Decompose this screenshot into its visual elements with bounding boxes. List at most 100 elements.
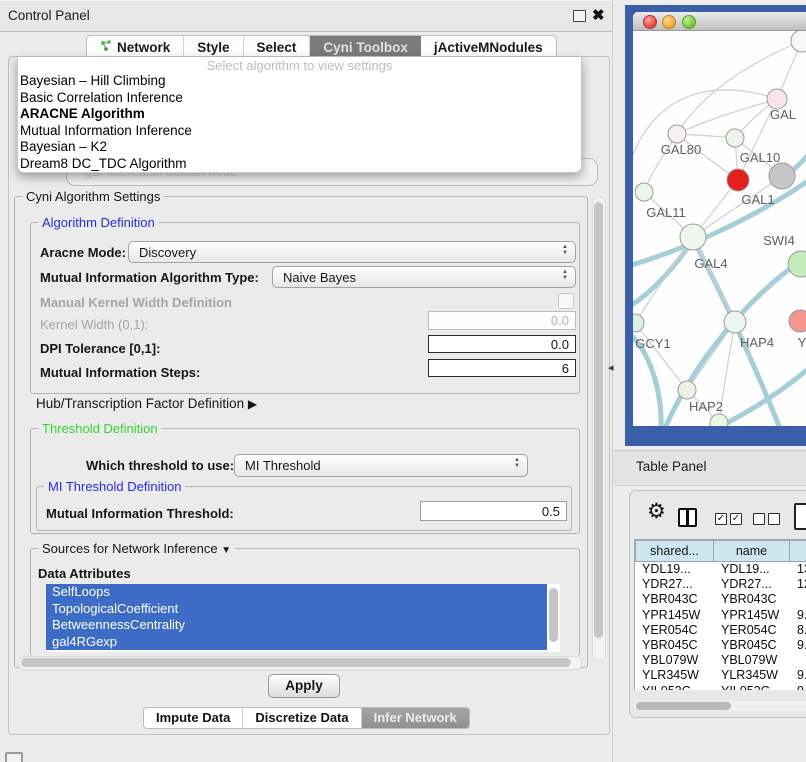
table-cell[interactable]: YLR345W	[714, 668, 790, 683]
algorithm-option[interactable]: ARACNE Algorithm	[18, 106, 581, 123]
network-node[interactable]	[769, 163, 795, 189]
apply-button[interactable]: Apply	[268, 674, 340, 698]
table-cell[interactable]: YIL052C	[635, 684, 714, 691]
table-cell[interactable]: YBL079W	[635, 653, 714, 668]
tab-network[interactable]: Network	[87, 36, 184, 58]
settings-vertical-scrollbar[interactable]	[592, 197, 606, 661]
dpi-tolerance-field[interactable]: 0.0	[428, 335, 576, 353]
table-cell[interactable]: 13	[790, 562, 806, 577]
columns-icon[interactable]	[678, 508, 697, 527]
table-row[interactable]: YLR345WYLR345W9.	[635, 668, 806, 683]
manual-kernel-checkbox[interactable]	[558, 293, 574, 309]
table-cell[interactable]: YDR27...	[714, 577, 790, 592]
network-edge[interactable]	[693, 237, 735, 322]
aracne-mode-select[interactable]: Discovery ▲▼	[128, 241, 576, 263]
mi-type-select[interactable]: Naive Bayes ▲▼	[272, 266, 576, 288]
network-node[interactable]	[635, 183, 653, 201]
network-edge[interactable]	[677, 99, 777, 134]
network-node[interactable]	[633, 314, 644, 332]
close-icon[interactable]: ✖	[592, 10, 604, 22]
node-table[interactable]: shared... name YDL19...YDL19...13YDR27..…	[634, 539, 806, 690]
tab-infer-network[interactable]: Infer Network	[362, 708, 469, 728]
table-row[interactable]: YDL19...YDL19...13	[635, 562, 806, 577]
network-edge[interactable]	[663, 261, 801, 426]
deselect-all-icon[interactable]	[753, 513, 780, 525]
table-cell[interactable]: YBR043C	[714, 592, 790, 607]
table-cell[interactable]: 9.	[790, 638, 806, 653]
kernel-width-field[interactable]: 0.0	[428, 311, 576, 330]
table-cell[interactable]: YBR045C	[635, 638, 714, 653]
zoom-window-icon[interactable]	[682, 15, 696, 29]
close-window-icon[interactable]	[643, 15, 657, 29]
select-all-icon[interactable]: ✓✓	[715, 513, 742, 525]
data-attribute-item[interactable]: gal4RGexp	[46, 634, 547, 651]
algorithm-option[interactable]: Bayesian – K2	[18, 139, 581, 156]
table-row[interactable]: YPR145WYPR145W9.	[635, 608, 806, 623]
table-cell[interactable]: YBR045C	[714, 638, 790, 653]
table-cell[interactable]: YPR145W	[635, 608, 714, 623]
tab-style[interactable]: Style	[184, 36, 243, 58]
gear-icon[interactable]: ⚙	[647, 499, 666, 524]
network-edge[interactable]	[635, 323, 687, 390]
minimize-window-icon[interactable]	[662, 15, 676, 29]
settings-horizontal-scrollbar[interactable]	[18, 656, 582, 670]
table-row[interactable]: YDR27...YDR27...12	[635, 577, 806, 592]
algorithm-option[interactable]: Dream8 DC_TDC Algorithm	[18, 156, 581, 173]
list-scrollbar[interactable]	[549, 588, 558, 642]
table-row[interactable]: YBL079WYBL079W	[635, 653, 806, 668]
table-cell[interactable]: YLR345W	[635, 668, 714, 683]
tab-impute-data[interactable]: Impute Data	[144, 708, 243, 728]
mi-steps-field[interactable]: 6	[428, 359, 576, 377]
network-node[interactable]	[789, 310, 806, 332]
table-cell[interactable]: YDL19...	[714, 562, 790, 577]
table-cell[interactable]: YDR27...	[635, 577, 714, 592]
table-cell[interactable]: 9.	[790, 668, 806, 683]
split-collapse-icon[interactable]: ◂	[608, 361, 614, 374]
table-cell[interactable]: YBL079W	[714, 653, 790, 668]
tab-jactivemnodules[interactable]: jActiveMNodules	[421, 36, 556, 58]
table-row[interactable]: YIL052CYIL052C9	[635, 684, 806, 691]
table-cell[interactable]: YBR043C	[635, 592, 714, 607]
table-cell[interactable]: YIL052C	[714, 684, 790, 691]
network-node[interactable]	[726, 129, 744, 147]
network-node[interactable]	[788, 251, 806, 277]
network-node[interactable]	[767, 89, 787, 109]
table-cell[interactable]: 9	[790, 684, 806, 691]
table-row[interactable]: YBR045CYBR045C9.	[635, 638, 806, 653]
table-row[interactable]: YER054CYER054C8.	[635, 623, 806, 638]
new-table-icon[interactable]	[794, 503, 806, 530]
table-cell[interactable]: 12	[790, 577, 806, 592]
network-node[interactable]	[668, 125, 686, 143]
data-attribute-item[interactable]: SelfLoops	[46, 584, 547, 601]
tab-select[interactable]: Select	[244, 36, 311, 58]
table-cell[interactable]	[790, 653, 806, 668]
network-edge[interactable]	[633, 177, 806, 267]
data-attribute-item[interactable]: TopologicalCoefficient	[46, 601, 547, 618]
network-node[interactable]	[791, 31, 806, 52]
table-cell[interactable]: 9.	[790, 608, 806, 623]
minimized-panel-icon[interactable]	[5, 752, 23, 762]
which-threshold-select[interactable]: MI Threshold ▲▼	[234, 454, 528, 477]
data-attributes-list[interactable]: SelfLoopsTopologicalCoefficientBetweenne…	[46, 584, 560, 652]
hub-definition-expander[interactable]: Hub/Transcription Factor Definition ▶	[36, 396, 257, 411]
table-row[interactable]: YBR043CYBR043C	[635, 592, 806, 607]
tab-discretize-data[interactable]: Discretize Data	[243, 708, 361, 728]
algorithm-option[interactable]: Bayesian – Hill Climbing	[18, 73, 581, 90]
network-node[interactable]	[727, 169, 749, 191]
network-node[interactable]	[680, 224, 706, 250]
algorithm-option[interactable]: Mutual Information Inference	[18, 123, 581, 140]
tab-cyni-toolbox[interactable]: Cyni Toolbox	[310, 36, 421, 58]
mi-threshold-field[interactable]: 0.5	[420, 501, 567, 521]
table-cell[interactable]: YER054C	[635, 623, 714, 638]
column-header[interactable]	[790, 540, 806, 562]
network-edge[interactable]	[687, 322, 735, 390]
table-cell[interactable]: YDL19...	[635, 562, 714, 577]
table-cell[interactable]: 8.	[790, 623, 806, 638]
column-header[interactable]: name	[714, 540, 790, 562]
table-cell[interactable]: YER054C	[714, 623, 790, 638]
algorithm-option[interactable]: Basic Correlation Inference	[18, 90, 581, 107]
table-cell[interactable]: YPR145W	[714, 608, 790, 623]
network-node[interactable]	[678, 381, 696, 399]
network-window-titlebar[interactable]	[633, 12, 806, 31]
network-canvas[interactable]: GALGAL80GAL10GAL1GAL11GAL4SWI4GCY1HAP4YH…	[633, 31, 806, 426]
